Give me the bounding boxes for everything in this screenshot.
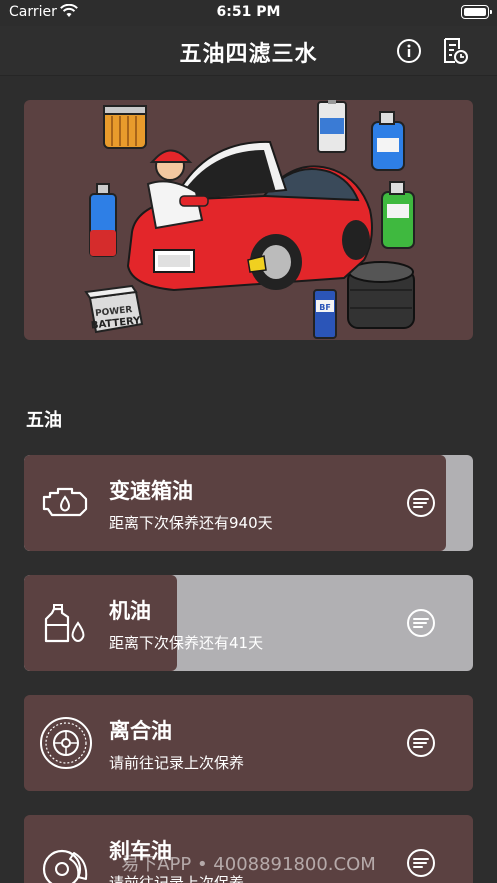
- navigation-bar: 五油四滤三水: [0, 26, 497, 76]
- coolant-bottle-icon: [371, 111, 405, 171]
- item-name: 离合油: [109, 719, 172, 743]
- detail-list-icon[interactable]: [406, 848, 436, 878]
- clock: 6:51 PM: [216, 4, 281, 20]
- item-status: 请前往记录上次保养: [109, 754, 245, 772]
- item-name: 机油: [109, 599, 151, 623]
- item-status: 距离下次保养还有41天: [109, 634, 264, 652]
- maintenance-item-transmission-oil[interactable]: 变速箱油 距离下次保养还有940天: [24, 455, 473, 551]
- banner-illustration: BF POWER BATTERY: [24, 100, 473, 340]
- page-title: 五油四滤三水: [179, 42, 318, 67]
- washer-fluid-bottle-icon: [381, 181, 415, 249]
- maintenance-item-engine-oil[interactable]: 机油 距离下次保养还有41天: [24, 575, 473, 671]
- svg-text:BF: BF: [319, 303, 331, 312]
- maintenance-log-icon[interactable]: [441, 37, 469, 65]
- car-maintenance-illustration: BF POWER BATTERY: [84, 100, 415, 339]
- battery-icon: [461, 5, 492, 19]
- item-status: 请前往记录上次保养: [109, 874, 245, 883]
- detail-list-icon[interactable]: [406, 608, 436, 638]
- item-name: 刹车油: [109, 839, 172, 863]
- info-icon[interactable]: [396, 38, 422, 64]
- section-title: 五油: [26, 410, 62, 431]
- oil-can-icon: [317, 100, 347, 153]
- engine-oil-icon: [44, 604, 85, 643]
- battery-icon: POWER BATTERY: [84, 284, 144, 334]
- maintenance-item-brake-oil[interactable]: 刹车油 请前往记录上次保养: [24, 815, 473, 883]
- transmission-icon: [42, 487, 88, 517]
- status-bar: Carrier 6:51 PM: [0, 0, 497, 26]
- clutch-icon: [40, 717, 92, 769]
- detail-list-icon[interactable]: [406, 728, 436, 758]
- item-name: 变速箱油: [109, 479, 193, 503]
- brake-fluid-can-icon: BF: [313, 289, 337, 339]
- detail-list-icon[interactable]: [406, 488, 436, 518]
- maintenance-item-clutch-oil[interactable]: 离合油 请前往记录上次保养: [24, 695, 473, 791]
- brake-icon: [42, 849, 88, 883]
- oil-filter-icon: [103, 105, 147, 149]
- sprayer-bottle-icon: [89, 183, 117, 257]
- item-status: 距离下次保养还有940天: [109, 514, 273, 532]
- tires-icon: [347, 261, 415, 329]
